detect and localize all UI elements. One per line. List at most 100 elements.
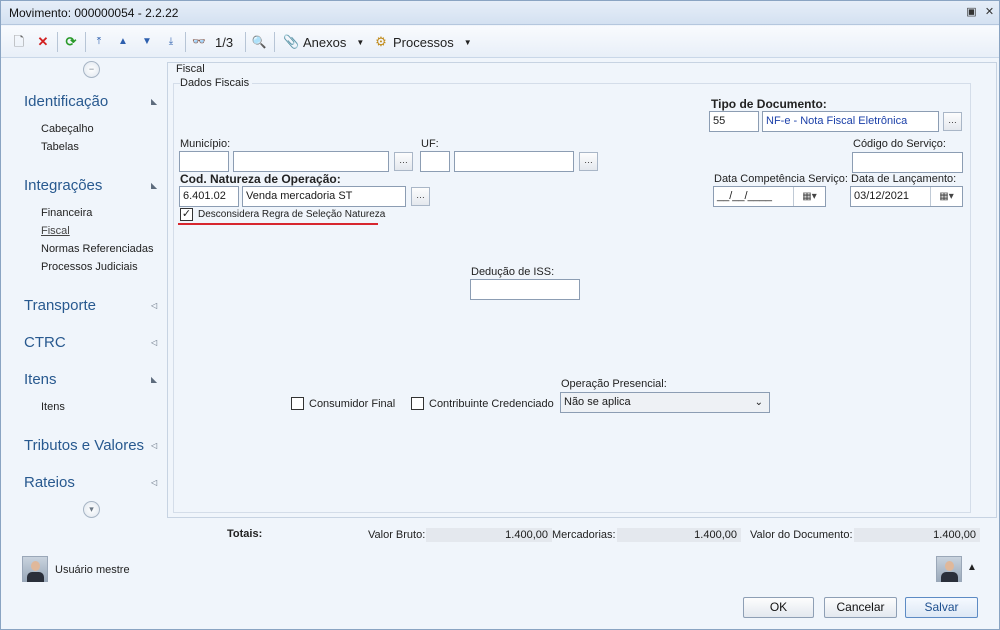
highlight-underline [178,223,378,225]
data-lancamento-label: Data de Lançamento: [851,173,957,185]
municipio-lookup-button[interactable]: … [394,152,413,171]
uf-name-input[interactable] [454,151,574,172]
toolbar: 🗋 ✕ ⟳ ⤒ ▲ ▼ ⤓ 👓 1/3 🔍 📎 Anexos ▼ ⚙ Proce… [1,26,999,58]
ok-button[interactable]: OK [743,597,814,618]
expand-arrow-icon[interactable]: ◁ [151,441,157,450]
tab-fiscal: Fiscal [176,63,208,75]
sidebar-item-financeira[interactable]: Financeira [41,207,92,219]
tipo-documento-lookup-button[interactable]: … [943,112,962,131]
tipo-documento-label: Tipo de Documento: [711,97,827,111]
municipio-name-input[interactable] [233,151,389,172]
group-title: Dados Fiscais [180,77,253,89]
window-title: Movimento: 000000054 - 2.2.22 [9,6,179,20]
close-icon[interactable]: ✕ [983,6,996,19]
sidebar-item-processos-judiciais[interactable]: Processos Judiciais [41,261,138,273]
previous-record-icon[interactable]: ▲ [115,32,131,52]
expand-arrow-icon[interactable]: ◁ [151,301,157,310]
toolbar-separator [245,32,246,52]
avatar [22,556,48,582]
calendar-dropdown-icon[interactable]: ▦▾ [793,187,825,206]
calendar-dropdown-icon[interactable]: ▦▾ [930,187,962,206]
consumidor-final-checkbox[interactable] [291,397,304,410]
sidebar-section-integracoes[interactable]: Integrações [24,177,102,194]
chevron-down-icon: ▼ [463,37,472,47]
collapse-arrow-icon[interactable]: ◣ [151,375,157,384]
toolbar-separator [274,32,275,52]
toolbar-separator [85,32,86,52]
uf-code-input[interactable] [420,151,450,172]
mercadorias-value: 1.400,00 [617,528,741,542]
operacao-presencial-select[interactable]: Não se aplica ⌄ [560,392,770,413]
uf-label: UF: [421,138,439,150]
anexos-label: Anexos [303,34,347,50]
last-record-icon[interactable]: ⤓ [163,32,179,52]
tipo-documento-description-input[interactable]: NF-e - Nota Fiscal Eletrônica [762,111,939,132]
data-competencia-value: __/__/____ [717,190,773,202]
natureza-label: Cod. Natureza de Operação: [180,172,341,186]
chevron-up-icon[interactable]: ▲ [967,562,977,573]
sidebar-item-cabecalho[interactable]: Cabeçalho [41,123,94,135]
tipo-documento-code-input[interactable]: 55 [709,111,759,132]
sidebar-section-transporte[interactable]: Transporte [24,297,96,314]
sidebar-item-normas-referenciadas[interactable]: Normas Referenciadas [41,243,154,255]
anexos-button[interactable]: 📎 Anexos ▼ [283,32,364,52]
toolbar-separator [57,32,58,52]
sidebar-section-identificacao[interactable]: Identificação [24,93,108,110]
sidebar-item-tabelas[interactable]: Tabelas [41,141,79,153]
binoculars-icon[interactable]: 👓 [191,32,207,52]
mercadorias-label: Mercadorias: [552,529,616,541]
expand-arrow-icon[interactable]: ◁ [151,338,157,347]
deducao-iss-input[interactable] [470,279,580,300]
refresh-icon[interactable]: ⟳ [63,32,79,52]
desconsidera-label: Desconsidera Regra de Seleção Natureza [198,209,386,220]
cancel-button[interactable]: Cancelar [824,597,897,618]
codigo-servico-label: Código do Serviço: [853,138,946,150]
delete-icon[interactable]: ✕ [35,32,51,52]
processos-button[interactable]: ⚙ Processos ▼ [373,32,472,52]
municipio-code-input[interactable] [179,151,229,172]
codigo-servico-input[interactable] [852,152,963,173]
sidebar: − Identificação ◣ Cabeçalho Tabelas Inte… [7,59,167,529]
sidebar-section-itens[interactable]: Itens [24,371,57,388]
gears-icon: ⚙ [375,34,387,49]
paperclip-icon: 📎 [283,34,300,49]
scroll-down-button[interactable]: ▾ [83,501,100,518]
uf-lookup-button[interactable]: … [579,152,598,171]
movimento-window: Movimento: 000000054 - 2.2.22 ▣ ✕ 🗋 ✕ ⟳ … [0,0,1000,630]
desconsidera-checkbox[interactable]: ✓ [180,208,193,221]
next-record-icon[interactable]: ▼ [139,32,155,52]
deducao-iss-label: Dedução de ISS: [471,266,555,278]
valor-documento-label: Valor do Documento: [750,529,853,541]
collapse-arrow-icon[interactable]: ◣ [151,97,157,106]
operacao-presencial-value: Não se aplica [564,396,631,408]
sidebar-item-itens[interactable]: Itens [41,401,65,413]
contribuinte-credenciado-checkbox[interactable] [411,397,424,410]
natureza-description-input[interactable]: Venda mercadoria ST [242,186,406,207]
restore-icon[interactable]: ▣ [965,6,978,19]
totals-label: Totais: [227,528,263,540]
data-competencia-label: Data Competência Serviço: [714,173,848,185]
sidebar-section-ctrc[interactable]: CTRC [24,334,66,351]
first-record-icon[interactable]: ⤒ [91,32,107,52]
operacao-presencial-label: Operação Presencial: [561,378,667,390]
expand-arrow-icon[interactable]: ◁ [151,478,157,487]
avatar [936,556,962,582]
search-zoom-icon[interactable]: 🔍 [251,32,267,52]
natureza-lookup-button[interactable]: … [411,187,430,206]
collapse-arrow-icon[interactable]: ◣ [151,181,157,190]
data-lancamento-input[interactable]: 03/12/2021 ▦▾ [850,186,963,207]
new-document-icon[interactable]: 🗋 [11,32,27,52]
sidebar-section-tributos-valores[interactable]: Tributos e Valores [24,437,144,454]
data-competencia-input[interactable]: __/__/____ ▦▾ [713,186,826,207]
processos-label: Processos [393,34,454,50]
user-name: Usuário mestre [55,564,130,576]
natureza-code-input[interactable]: 6.401.02 [179,186,239,207]
consumidor-final-label: Consumidor Final [309,398,396,410]
save-button[interactable]: Salvar [905,597,978,618]
toolbar-separator [185,32,186,52]
sidebar-item-fiscal[interactable]: Fiscal [41,225,70,237]
chevron-down-icon: ▼ [356,37,365,47]
scroll-up-button[interactable]: − [83,61,100,78]
sidebar-section-rateios[interactable]: Rateios [24,474,75,491]
page-indicator: 1/3 [215,34,234,50]
